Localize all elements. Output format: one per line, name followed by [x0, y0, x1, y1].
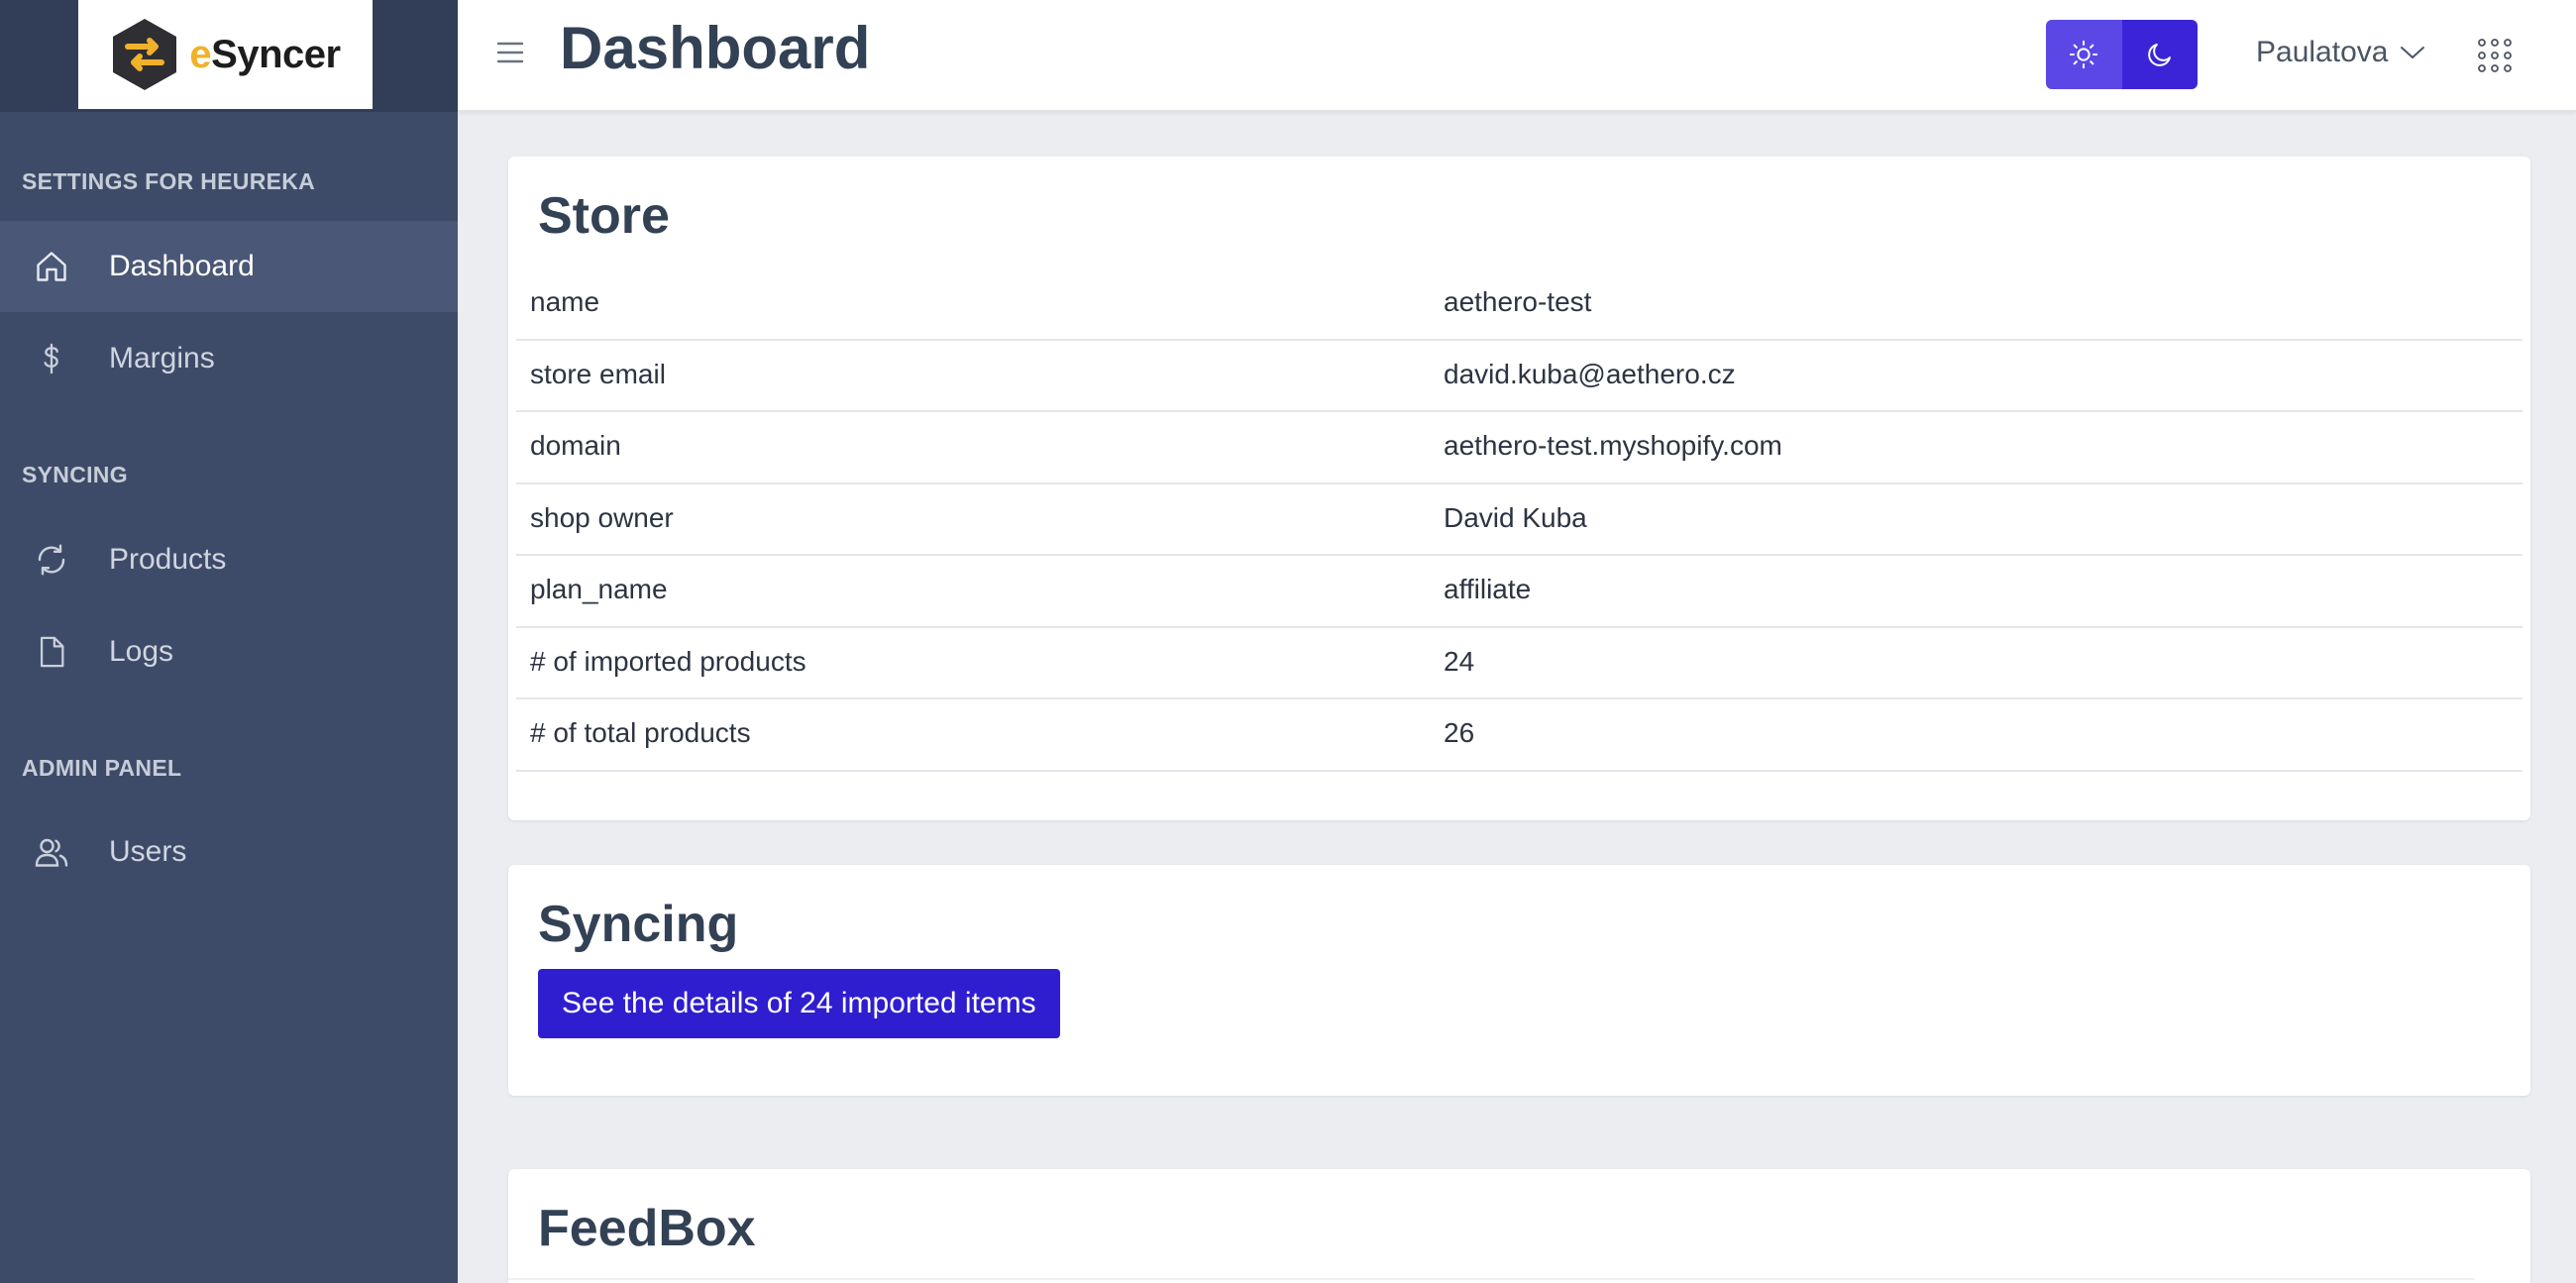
apps-grid-icon — [2478, 39, 2512, 72]
section-title-admin: ADMIN PANEL — [22, 755, 182, 781]
store-info-table: name aethero-test store email david.kuba@a… — [516, 268, 2522, 772]
hamburger-icon — [496, 42, 524, 63]
app-logo[interactable]: eSyncer — [78, 0, 373, 109]
row-key: # of imported products — [530, 645, 806, 677]
row-key: # of total products — [530, 717, 751, 748]
table-row: # of total products 26 — [516, 699, 2522, 772]
feedbox-card-title: FeedBox — [538, 1200, 756, 1257]
row-value: aethero-test — [1444, 286, 1592, 317]
syncing-card-title: Syncing — [538, 896, 739, 953]
row-key: plan_name — [530, 574, 668, 604]
syncing-card: Syncing See the details of 24 imported i… — [508, 865, 2530, 1096]
table-row: shop owner David Kuba — [516, 484, 2522, 556]
users-icon — [32, 832, 71, 872]
store-card-title: Store — [538, 187, 670, 245]
sidebar-item-label: Logs — [109, 635, 174, 668]
table-row: plan_name affiliate — [516, 556, 2522, 628]
row-value: David Kuba — [1444, 501, 1587, 533]
dollar-icon — [32, 339, 71, 378]
see-imported-items-button[interactable]: See the details of 24 imported items — [538, 969, 1060, 1038]
theme-toggle — [2046, 20, 2198, 89]
apps-grid-button[interactable] — [2475, 36, 2515, 75]
moon-icon — [2147, 44, 2171, 66]
sidebar-item-label: Users — [109, 835, 187, 868]
sidebar-item-margins[interactable]: Margins — [0, 313, 458, 404]
dark-mode-button[interactable] — [2121, 20, 2198, 89]
logo-text: eSyncer — [189, 32, 341, 76]
table-row: domain aethero-test.myshopify.com — [516, 412, 2522, 484]
sync-icon — [32, 540, 71, 580]
sidebar-item-label: Margins — [109, 342, 215, 374]
table-row: store email david.kuba@aethero.cz — [516, 341, 2522, 412]
section-title-settings: SETTINGS FOR HEUREKA — [22, 168, 316, 194]
sun-icon — [2070, 40, 2098, 69]
section-title-syncing: SYNCING — [22, 462, 128, 487]
menu-toggle-button[interactable] — [495, 38, 525, 67]
user-menu[interactable]: Paulatova — [2256, 36, 2425, 69]
page-title: Dashboard — [560, 15, 871, 81]
sidebar-item-products[interactable]: Products — [0, 514, 458, 605]
row-key: store email — [530, 358, 666, 389]
file-icon — [32, 632, 71, 672]
sidebar-item-logs[interactable]: Logs — [0, 606, 458, 697]
row-value: 26 — [1444, 717, 1475, 748]
feedbox-card: FeedBox — [508, 1169, 2530, 1283]
sidebar-item-dashboard[interactable]: Dashboard — [0, 221, 458, 312]
esyncer-logo-icon — [113, 19, 177, 90]
brand-area: eSyncer — [0, 0, 458, 112]
store-card: Store name aethero-test store email david.… — [508, 157, 2530, 820]
row-key: shop owner — [530, 501, 674, 533]
row-key: domain — [530, 430, 621, 461]
sidebar-item-label: Products — [109, 543, 227, 576]
table-row: name aethero-test — [516, 268, 2522, 341]
row-value: aethero-test.myshopify.com — [1444, 430, 1782, 461]
row-value: affiliate — [1444, 574, 1532, 604]
sidebar-item-label: Dashboard — [109, 250, 255, 282]
row-value: 24 — [1444, 645, 1475, 677]
row-value: david.kuba@aethero.cz — [1444, 358, 1736, 389]
sidebar-item-users[interactable]: Users — [0, 806, 458, 898]
sidebar: eSyncer SETTINGS FOR HEUREKA Dashboard M… — [0, 0, 458, 1283]
divider — [508, 1278, 2475, 1280]
user-name: Paulatova — [2256, 36, 2389, 68]
table-row: # of imported products 24 — [516, 628, 2522, 699]
light-mode-button[interactable] — [2046, 20, 2122, 89]
chevron-down-icon — [2401, 47, 2425, 58]
row-key: name — [530, 286, 600, 317]
home-icon — [32, 247, 71, 286]
top-header: Dashboard Paulatova — [458, 0, 2576, 112]
